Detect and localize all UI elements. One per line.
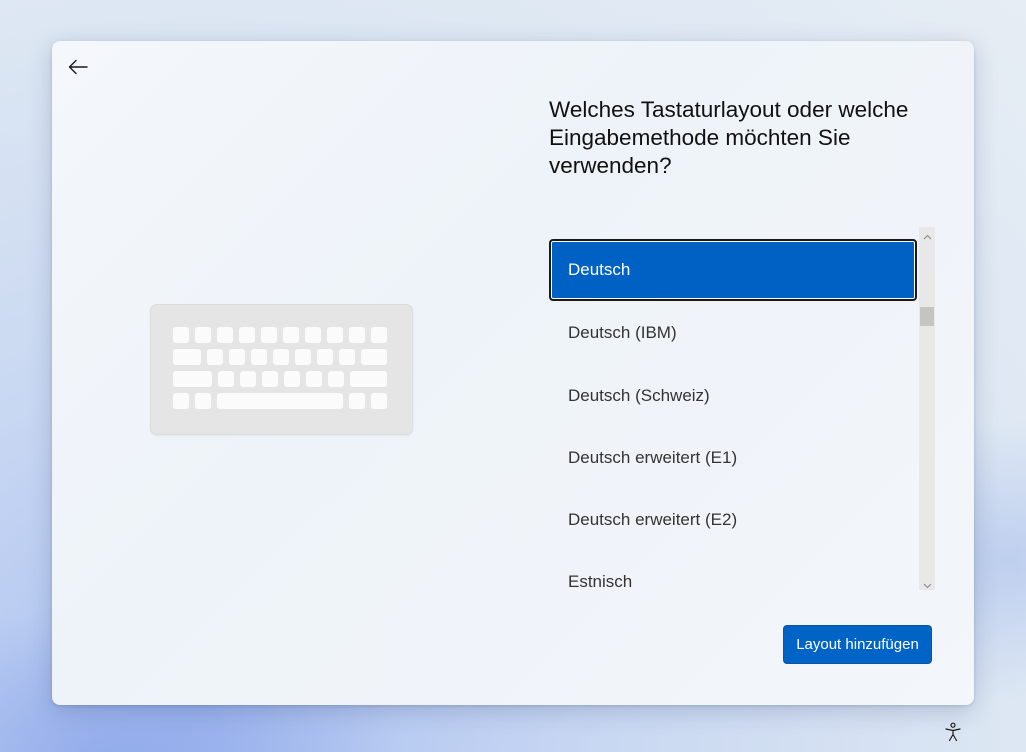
list-item-deutsch-erweitert-e2[interactable]: Deutsch erweitert (E2) — [549, 489, 917, 551]
keyboard-key — [251, 349, 267, 365]
keyboard-key — [173, 371, 212, 387]
chevron-up-icon — [923, 225, 932, 244]
keyboard-key — [339, 349, 355, 365]
setup-window: Welches Tastaturlayout oder welche Einga… — [52, 41, 974, 705]
keyboard-key — [317, 349, 333, 365]
keyboard-key — [173, 349, 201, 365]
list-scrollbar[interactable] — [919, 227, 935, 590]
scroll-up-button[interactable] — [919, 227, 935, 241]
keyboard-key — [349, 327, 365, 343]
keyboard-key — [262, 371, 278, 387]
keyboard-key — [261, 327, 277, 343]
list-item-label: Deutsch erweitert (E1) — [568, 448, 738, 467]
list-item-label: Estnisch — [568, 572, 633, 591]
keyboard-key — [306, 371, 322, 387]
list-item-deutsch-ibm[interactable]: Deutsch (IBM) — [549, 302, 917, 364]
keyboard-key — [295, 349, 311, 365]
keyboard-key — [371, 393, 387, 409]
keyboard-key — [195, 327, 211, 343]
keyboard-key — [240, 371, 256, 387]
list-item-label: Deutsch erweitert (E2) — [568, 510, 738, 529]
keyboard-key — [218, 371, 234, 387]
scroll-down-button[interactable] — [919, 576, 935, 590]
keyboard-key — [195, 393, 211, 409]
list-item-deutsch-erweitert-e1[interactable]: Deutsch erweitert (E1) — [549, 427, 917, 489]
keyboard-key — [283, 327, 299, 343]
keyboard-key — [229, 349, 245, 365]
list-item-label: Deutsch (Schweiz) — [568, 386, 710, 405]
keyboard-key — [305, 327, 321, 343]
keyboard-key — [371, 327, 387, 343]
list-item-label: Deutsch — [568, 260, 631, 279]
keyboard-key — [361, 349, 387, 365]
keyboard-key — [207, 349, 223, 365]
list-item-label: Deutsch (IBM) — [568, 323, 677, 342]
add-layout-button[interactable]: Layout hinzufügen — [783, 625, 932, 664]
keyboard-key — [239, 327, 255, 343]
page-title: Welches Tastaturlayout oder welche Einga… — [549, 97, 909, 178]
list-item-deutsch-schweiz[interactable]: Deutsch (Schweiz) — [549, 365, 917, 427]
back-button[interactable] — [64, 53, 92, 81]
accessibility-button[interactable] — [941, 722, 965, 746]
keyboard-illustration — [150, 304, 413, 435]
layout-list[interactable]: Deutsch Deutsch (IBM) Deutsch (Schweiz) … — [549, 237, 919, 591]
list-item-deutsch[interactable]: Deutsch — [549, 239, 917, 301]
keyboard-key — [349, 393, 365, 409]
arrow-left-icon — [68, 59, 88, 75]
keyboard-key — [328, 371, 344, 387]
list-item-estnisch[interactable]: Estnisch — [549, 551, 917, 613]
keyboard-key — [327, 327, 343, 343]
accessibility-icon — [944, 722, 962, 746]
keyboard-key — [173, 327, 189, 343]
keyboard-key — [350, 371, 387, 387]
keyboard-key — [217, 327, 233, 343]
keyboard-key — [173, 393, 189, 409]
keyboard-key — [284, 371, 300, 387]
chevron-down-icon — [923, 574, 932, 593]
scroll-thumb[interactable] — [920, 307, 934, 326]
keyboard-spacebar — [217, 393, 343, 409]
keyboard-key — [273, 349, 289, 365]
